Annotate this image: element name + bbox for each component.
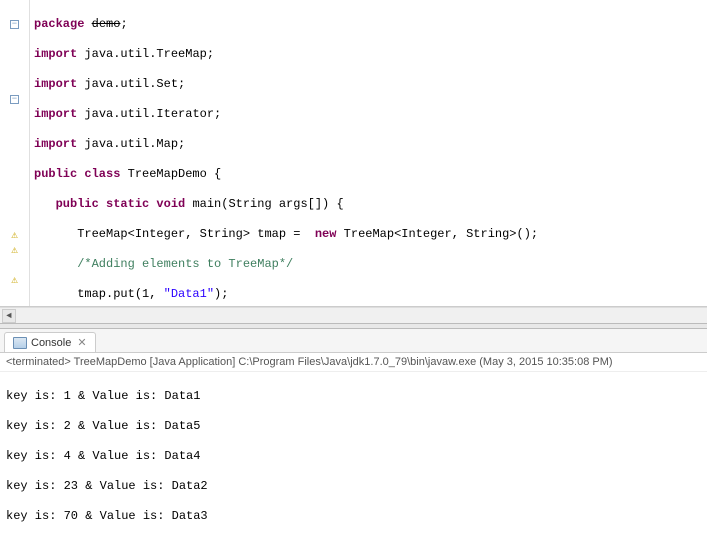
console-output[interactable]: key is: 1 & Value is: Data1 key is: 2 & …	[0, 372, 707, 541]
console-tab-label: Console	[31, 337, 71, 349]
console-line: key is: 2 & Value is: Data5	[6, 419, 701, 434]
warning-icon[interactable]: ⚠	[0, 227, 29, 242]
warning-icon[interactable]: ⚠	[0, 272, 29, 287]
fold-icon[interactable]: −	[0, 92, 29, 107]
warning-icon[interactable]: ⚠	[0, 242, 29, 257]
console-status: <terminated> TreeMapDemo [Java Applicati…	[0, 353, 707, 372]
console-line: key is: 23 & Value is: Data2	[6, 479, 701, 494]
fold-icon[interactable]: −	[0, 17, 29, 32]
code-area[interactable]: package demo; import java.util.TreeMap; …	[30, 0, 707, 306]
console-icon	[13, 337, 27, 349]
console-tab[interactable]: Console ✕	[4, 332, 96, 352]
editor-gutter: − − ⚠ ⚠ ⚠	[0, 0, 30, 306]
close-icon[interactable]: ✕	[77, 336, 86, 349]
console-line: key is: 4 & Value is: Data4	[6, 449, 701, 464]
console-tabbar: Console ✕	[0, 329, 707, 353]
console-line: key is: 1 & Value is: Data1	[6, 389, 701, 404]
code-editor[interactable]: − − ⚠ ⚠ ⚠ package demo; import java.util…	[0, 0, 707, 307]
scroll-left-icon[interactable]: ◄	[2, 309, 16, 323]
console-line: key is: 70 & Value is: Data3	[6, 509, 701, 524]
horizontal-scrollbar[interactable]: ◄	[0, 307, 707, 323]
